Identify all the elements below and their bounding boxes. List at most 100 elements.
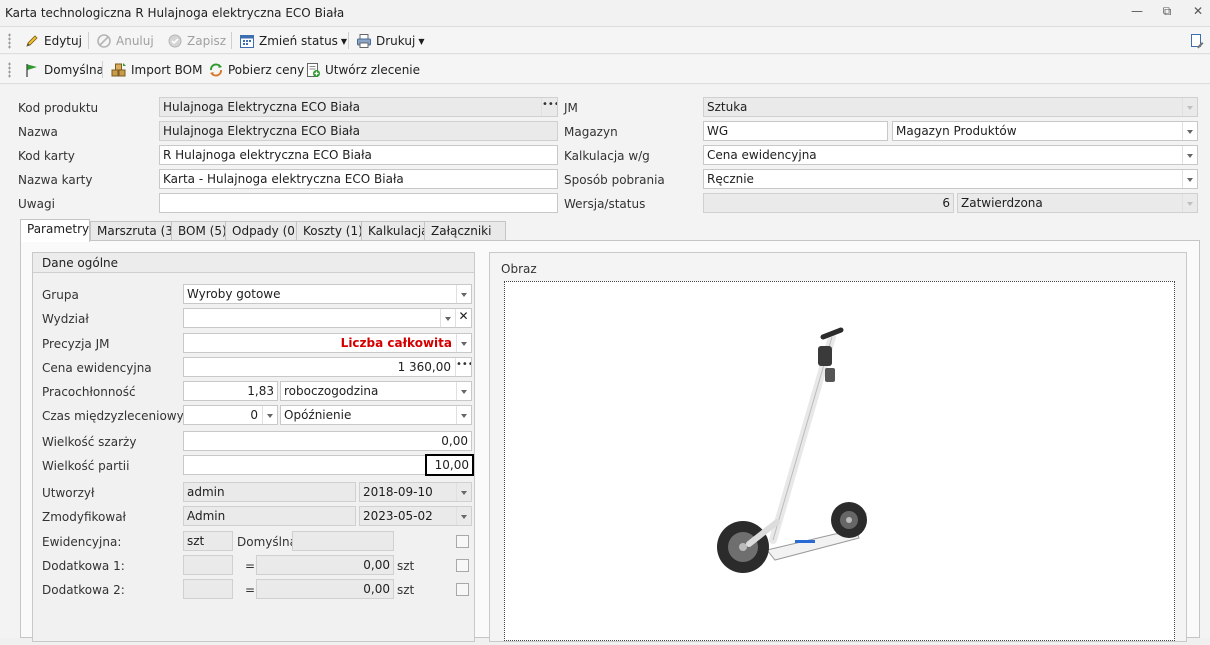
chevron-down-icon[interactable]: [1182, 170, 1197, 188]
partia-focused-cell[interactable]: 10,00: [425, 454, 474, 476]
pencil-icon: [24, 33, 40, 49]
kalkulacja-select[interactable]: Cena ewidencyjna: [703, 145, 1198, 165]
toolbar-separator: [88, 32, 89, 49]
nazwa-karty-label: Nazwa karty: [18, 173, 93, 187]
ellipsis-icon[interactable]: •••: [541, 98, 557, 116]
chevron-down-icon[interactable]: [456, 285, 471, 303]
printer-icon: [356, 33, 372, 49]
kod-karty-input[interactable]: R Hulajnoga elektryczna ECO Biała: [159, 145, 558, 165]
magazyn-select[interactable]: Magazyn Produktów: [892, 121, 1198, 141]
status-value: Zatwierdzona: [961, 196, 1043, 210]
toolbar-grip[interactable]: [8, 33, 11, 49]
dane-ogolne-title: Dane ogólne: [33, 253, 474, 273]
edit-button[interactable]: Edytuj: [24, 31, 82, 51]
cena-input[interactable]: 1 360,00 •••: [183, 357, 472, 377]
uwagi-label: Uwagi: [18, 197, 55, 211]
precyzja-label: Precyzja JM: [42, 337, 110, 351]
domyslna-field: [292, 531, 394, 551]
change-status-label: Zmień status: [259, 34, 338, 48]
help-button[interactable]: [1189, 31, 1205, 51]
jm-value: Sztuka: [707, 100, 748, 114]
sposob-select[interactable]: Ręcznie: [703, 169, 1198, 189]
product-image-box[interactable]: [504, 281, 1175, 641]
help-document-icon: [1189, 33, 1205, 49]
czas-value: 0: [250, 408, 258, 422]
scooter-image: [717, 327, 868, 573]
wersja-label: Wersja/status: [564, 197, 646, 211]
utworzyl-label: Utworzył: [42, 486, 95, 500]
uwagi-input[interactable]: [159, 193, 558, 213]
dod2-value-field: 0,00: [256, 579, 394, 599]
main-toolbar: Edytuj Anuluj Zapisz Zmień status ▼ Druk…: [0, 27, 1210, 54]
praco-input[interactable]: 1,83: [183, 381, 278, 401]
nazwa-label: Nazwa: [18, 125, 58, 139]
print-button[interactable]: Drukuj ▼: [356, 31, 424, 51]
kod-produktu-label: Kod produktu: [18, 101, 99, 115]
obraz-group: Obraz: [489, 252, 1187, 642]
utworzyl-date-value: 2018-09-10: [363, 485, 433, 499]
nazwa-karty-input[interactable]: Karta - Hulajnoga elektryczna ECO Biała: [159, 169, 558, 189]
ellipsis-icon[interactable]: •••: [455, 358, 471, 376]
minimize-button[interactable]: —: [1126, 4, 1148, 22]
save-check-icon: [167, 33, 183, 49]
dod1-checkbox[interactable]: [456, 559, 469, 572]
grupa-select[interactable]: Wyroby gotowe: [183, 284, 472, 304]
refresh-prices-icon: [208, 62, 224, 78]
toolbar-grip[interactable]: [8, 62, 11, 78]
dod2-equals: =: [245, 583, 256, 597]
tab-parametry[interactable]: Parametry: [20, 219, 90, 242]
wydzial-select[interactable]: ✕: [183, 308, 472, 328]
precyzja-select[interactable]: Liczba całkowita: [183, 333, 472, 353]
chevron-down-icon: ▼: [340, 36, 348, 46]
import-bom-button[interactable]: Import BOM: [111, 60, 202, 80]
czas-type-select[interactable]: Opóźnienie: [280, 405, 472, 425]
magazyn-code-input[interactable]: WG: [703, 121, 888, 141]
dod1-value-field: 0,00: [256, 555, 394, 575]
get-prices-button[interactable]: Pobierz ceny: [208, 60, 304, 80]
create-order-button[interactable]: Utwórz zlecenie: [305, 60, 420, 80]
default-button[interactable]: Domyślna: [24, 60, 104, 80]
import-boxes-icon: [111, 62, 127, 78]
chevron-down-icon[interactable]: [456, 382, 471, 400]
kod-produktu-value: Hulajnoga Elektryczna ECO Biała: [163, 100, 360, 114]
chevron-down-icon[interactable]: [456, 406, 471, 424]
kalkulacja-label: Kalkulacja w/g: [564, 149, 650, 163]
ewid-checkbox[interactable]: [456, 535, 469, 548]
kod-produktu-field[interactable]: Hulajnoga Elektryczna ECO Biała •••: [159, 97, 558, 117]
close-button[interactable]: ✕: [1187, 4, 1209, 22]
parametry-panel: Dane ogólne Grupa Wyroby gotowe Wydział …: [20, 240, 1200, 642]
chevron-down-icon[interactable]: [1182, 146, 1197, 164]
praco-unit-select[interactable]: roboczogodzina: [280, 381, 472, 401]
praco-label: Pracochłonność: [42, 385, 136, 399]
default-label: Domyślna: [44, 63, 104, 77]
calendar-icon: [239, 33, 255, 49]
status-select: Zatwierdzona: [957, 193, 1198, 213]
change-status-button[interactable]: Zmień status ▼: [239, 31, 347, 51]
zmodyf-label: Zmodyfikował: [42, 510, 126, 524]
sposob-label: Sposób pobrania: [564, 173, 665, 187]
restore-button[interactable]: ⧉: [1156, 4, 1178, 22]
czas-input[interactable]: 0: [183, 405, 278, 425]
dod2-checkbox[interactable]: [456, 583, 469, 596]
secondary-toolbar: Domyślna Import BOM Pobierz ceny Utwórz …: [0, 55, 1210, 84]
chevron-down-icon: ▼: [418, 36, 425, 46]
chevron-down-icon[interactable]: [456, 334, 471, 352]
chevron-down-icon[interactable]: [440, 309, 455, 327]
cancel-button[interactable]: Anuluj: [96, 31, 154, 51]
czas-type-value: Opóźnienie: [284, 408, 352, 422]
clear-icon[interactable]: ✕: [455, 309, 471, 327]
ewid-label: Ewidencyjna:: [42, 535, 122, 549]
magazyn-label: Magazyn: [564, 125, 618, 139]
dod1-unit-label: szt: [397, 559, 415, 573]
grupa-label: Grupa: [42, 288, 79, 302]
print-label: Drukuj: [376, 34, 416, 48]
tab-zalaczniki[interactable]: Załączniki: [424, 221, 506, 241]
cena-label: Cena ewidencyjna: [42, 361, 152, 375]
save-button[interactable]: Zapisz: [167, 31, 226, 51]
nazwa-field: Hulajnoga Elektryczna ECO Biała: [159, 121, 558, 141]
szarza-input[interactable]: 0,00: [183, 431, 472, 451]
import-bom-label: Import BOM: [131, 63, 203, 77]
chevron-down-icon[interactable]: [1182, 122, 1197, 140]
grupa-value: Wyroby gotowe: [187, 287, 281, 301]
chevron-down-icon[interactable]: [262, 406, 277, 424]
